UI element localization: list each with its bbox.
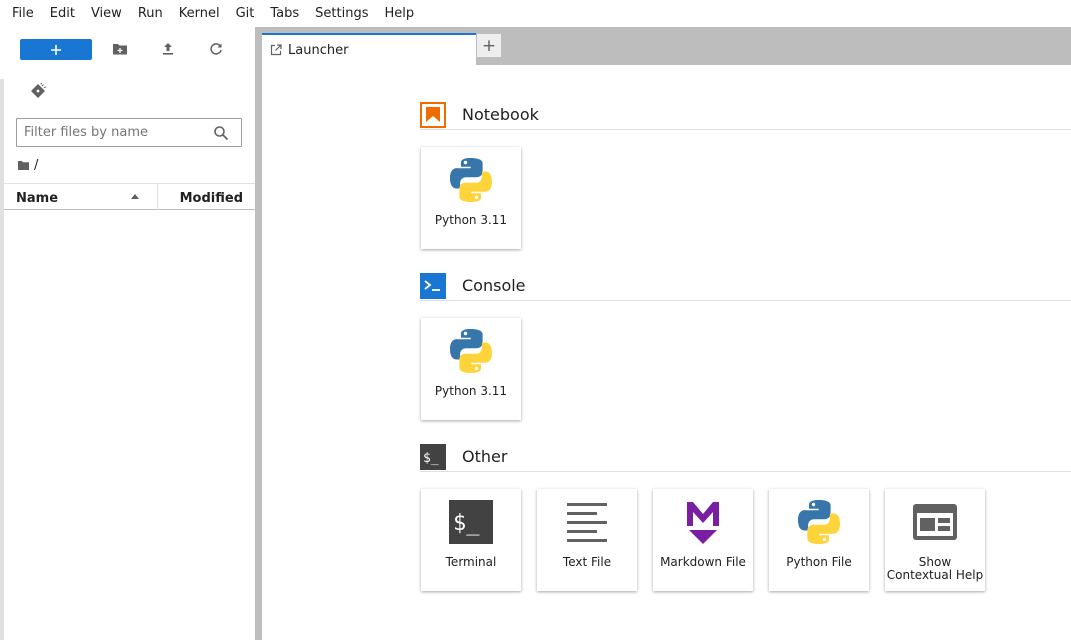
card-label: Python 3.11: [434, 213, 508, 227]
text-file-icon: [563, 497, 611, 547]
refresh-icon: [210, 43, 222, 55]
card-label: Python 3.11: [434, 384, 508, 398]
markdown-icon: [679, 497, 727, 547]
menu-edit[interactable]: Edit: [42, 0, 83, 27]
menu-help[interactable]: Help: [377, 0, 423, 27]
other-terminal-icon: $_: [420, 444, 446, 470]
git-clone-button[interactable]: [30, 82, 48, 100]
menu-settings[interactable]: Settings: [307, 0, 376, 27]
upload-button[interactable]: [159, 40, 177, 58]
tab-bar: Launcher +: [262, 27, 1071, 65]
file-browser: / Name Modified: [0, 27, 255, 640]
search-icon: [214, 126, 229, 141]
breadcrumb-root[interactable]: /: [34, 158, 38, 173]
menu-kernel[interactable]: Kernel: [171, 0, 228, 27]
sort-ascending-icon: [131, 194, 139, 199]
svg-text:$_: $_: [453, 511, 480, 536]
file-browser-toolbar: [0, 27, 255, 73]
activity-bar-edge: [0, 79, 4, 640]
section-other: $_ Other: [420, 442, 1071, 472]
menu-file[interactable]: File: [4, 0, 42, 27]
card-label: Terminal: [445, 555, 497, 569]
menu-bar: File Edit View Run Kernel Git Tabs Setti…: [0, 0, 1071, 27]
filter-box: [16, 118, 242, 147]
contextual-help-icon: [911, 497, 959, 547]
python-icon: [447, 155, 495, 205]
python-icon: [447, 326, 495, 376]
upload-icon: [163, 43, 173, 55]
tab-label: Launcher: [288, 42, 349, 58]
card-label: Text File: [562, 555, 612, 569]
launcher-card-python-file[interactable]: Python File: [769, 489, 869, 591]
breadcrumb: /: [18, 158, 38, 173]
section-notebook: Notebook: [420, 100, 1071, 130]
column-divider[interactable]: [157, 184, 158, 210]
card-label: Markdown File: [660, 555, 746, 569]
section-console: Console: [420, 271, 1071, 301]
launcher-card-notebook-python[interactable]: Python 3.11: [421, 147, 521, 249]
notebook-icon: [420, 102, 446, 128]
file-list-header: Name Modified: [4, 183, 255, 210]
python-icon: [795, 497, 843, 547]
new-folder-icon: [113, 44, 127, 55]
launcher: Notebook Python 3.11 Console Python 3.11…: [262, 65, 1071, 640]
card-label: Python File: [786, 555, 852, 569]
refresh-button[interactable]: [207, 40, 225, 58]
console-icon: [420, 273, 446, 299]
terminal-icon: $_: [447, 497, 495, 547]
launcher-card-text-file[interactable]: Text File: [537, 489, 637, 591]
launcher-card-contextual-help[interactable]: Show Contextual Help: [885, 489, 985, 591]
section-title: Notebook: [462, 105, 539, 124]
launcher-card-terminal[interactable]: $_ Terminal: [421, 489, 521, 591]
menu-git[interactable]: Git: [228, 0, 263, 27]
tab-launcher[interactable]: Launcher: [262, 33, 476, 65]
launcher-card-console-python[interactable]: Python 3.11: [421, 318, 521, 420]
launcher-card-markdown-file[interactable]: Markdown File: [653, 489, 753, 591]
column-modified[interactable]: Modified: [180, 191, 243, 206]
folder-icon[interactable]: [18, 161, 29, 170]
svg-text:$_: $_: [423, 451, 439, 466]
card-label: Show Contextual Help: [886, 555, 984, 582]
section-title: Console: [462, 276, 526, 295]
new-folder-button[interactable]: [111, 40, 129, 58]
git-icon: [31, 82, 46, 98]
section-title: Other: [462, 447, 508, 466]
add-tab-button[interactable]: +: [476, 33, 502, 57]
launcher-icon: [270, 44, 282, 56]
menu-tabs[interactable]: Tabs: [262, 0, 307, 27]
plus-icon: [51, 44, 61, 55]
column-name[interactable]: Name: [16, 191, 58, 206]
new-launcher-button[interactable]: [20, 39, 92, 60]
sidebar-splitter[interactable]: [255, 27, 262, 640]
menu-run[interactable]: Run: [130, 0, 171, 27]
menu-view[interactable]: View: [83, 0, 130, 27]
filter-input[interactable]: [17, 120, 207, 145]
